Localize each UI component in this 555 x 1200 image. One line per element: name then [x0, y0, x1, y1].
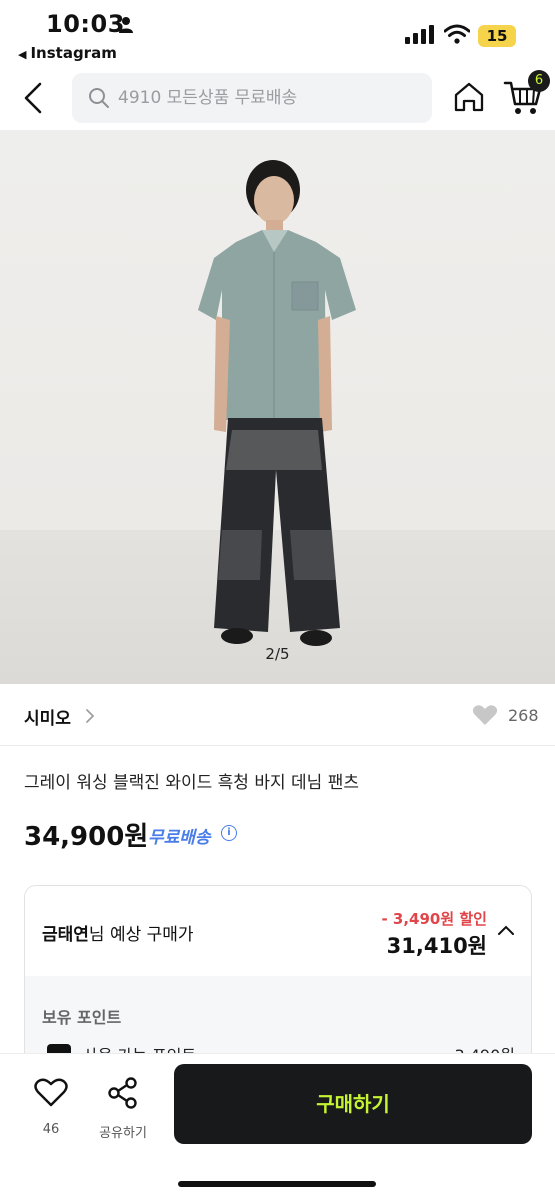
- battery-indicator: 15: [478, 25, 516, 47]
- person-icon: [119, 17, 133, 33]
- share-icon[interactable]: [106, 1076, 140, 1110]
- heart-icon[interactable]: [472, 704, 498, 726]
- product-price: 34,900원: [24, 822, 149, 852]
- product-image-gallery[interactable]: 2/5: [0, 130, 555, 684]
- brand-row: 시미오 268: [0, 684, 555, 746]
- wifi-icon: [444, 24, 470, 44]
- heart-outline-icon[interactable]: [34, 1078, 68, 1108]
- chevron-right-icon[interactable]: [84, 707, 96, 725]
- home-icon[interactable]: [452, 80, 486, 114]
- status-time: 10:03: [46, 10, 125, 38]
- info-icon[interactable]: i: [221, 825, 237, 841]
- buy-button[interactable]: 구매하기: [174, 1064, 532, 1144]
- estimate-label-text: 님 예상 구매가: [88, 925, 194, 945]
- share-label: 공유하기: [99, 1126, 147, 1141]
- points-title: 보유 포인트: [42, 1008, 122, 1027]
- cell-signal-icon: [405, 25, 434, 44]
- bottom-action-bar: 46 공유하기 구매하기: [0, 1053, 555, 1200]
- product-photo-model: [198, 160, 356, 646]
- brand-name[interactable]: 시미오: [24, 704, 71, 729]
- status-bar: 10:03 ◀ Instagram 15: [0, 0, 555, 68]
- final-price: 31,410원: [386, 934, 487, 958]
- estimate-label: 금태연님 예상 구매가: [42, 920, 194, 945]
- estimate-header[interactable]: 금태연님 예상 구매가 - 3,490원 할인 31,410원: [25, 886, 531, 976]
- back-app-label: Instagram: [30, 44, 117, 62]
- home-indicator: [178, 1181, 376, 1187]
- search-input[interactable]: [118, 73, 418, 123]
- search-bar[interactable]: [72, 73, 432, 123]
- discount-amount: - 3,490원 할인: [381, 910, 487, 928]
- search-icon: [89, 88, 109, 108]
- product-title: 그레이 워싱 블랙진 와이드 흑청 바지 데님 팬츠: [24, 773, 359, 793]
- free-shipping-label: 무료배송: [148, 828, 211, 848]
- estimated-price-card: 금태연님 예상 구매가 - 3,490원 할인 31,410원 보유 포인트 사…: [24, 885, 532, 1075]
- cart-count-badge: 6: [528, 70, 550, 92]
- brand-like-count: 268: [508, 706, 539, 725]
- back-to-app-link[interactable]: ◀ Instagram: [18, 44, 117, 62]
- image-counter: 2/5: [265, 645, 290, 663]
- chevron-up-icon[interactable]: [497, 924, 515, 936]
- user-name: 금태연: [42, 925, 89, 945]
- back-arrow-icon[interactable]: [20, 80, 48, 116]
- back-triangle-icon: ◀: [18, 48, 27, 61]
